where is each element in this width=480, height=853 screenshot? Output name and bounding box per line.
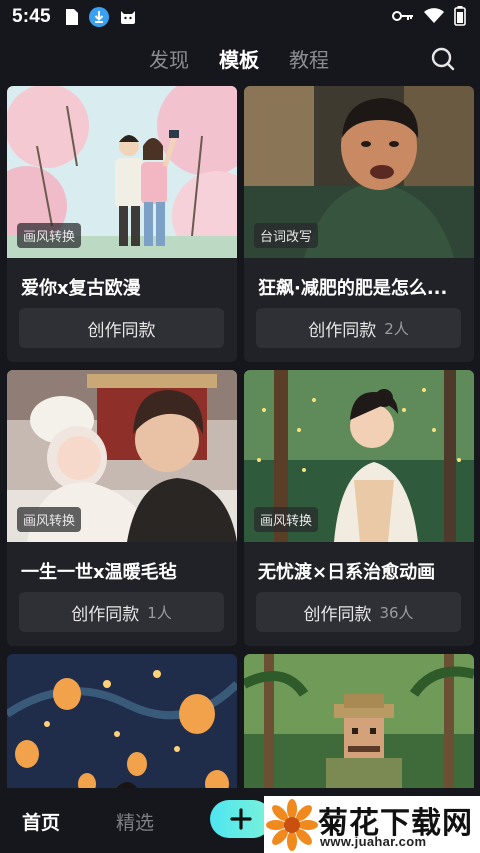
watermark-url: www.juahar.com	[320, 834, 427, 849]
battery-icon	[454, 6, 466, 26]
create-count: 36人	[379, 603, 414, 622]
template-card[interactable]: 台词改写 狂飙·减肥的肥是怎么... 创作同款 2人	[244, 86, 474, 362]
create-same-label: 创作同款	[87, 320, 156, 341]
template-title: 无忧渡×日系治愈动画	[258, 562, 436, 583]
template-thumbnail[interactable]	[7, 654, 237, 794]
download-icon	[88, 7, 109, 27]
template-thumbnail[interactable]	[244, 654, 474, 794]
create-same-label: 创作同款	[71, 604, 140, 625]
status-bar: 5:45	[0, 0, 480, 34]
create-count: 1人	[147, 603, 172, 622]
style-tag: 画风转换	[254, 507, 319, 532]
template-card[interactable]: 画风转换 爱你x复古欧漫 创作同款	[7, 86, 237, 362]
key-icon	[392, 11, 413, 21]
style-tag: 画风转换	[17, 223, 82, 248]
create-same-label: 创作同款	[303, 604, 372, 625]
wifi-icon	[424, 8, 444, 23]
search-icon	[431, 47, 455, 71]
create-same-button[interactable]: 创作同款 36人	[256, 592, 461, 632]
nav-featured[interactable]: 精选	[116, 808, 154, 835]
chrysanthemum-logo	[266, 799, 318, 851]
create-count: 2人	[384, 319, 409, 338]
watermark: 菊花下载网 www.juahar.com	[264, 796, 480, 853]
create-same-button[interactable]: 创作同款 2人	[256, 308, 461, 348]
status-time: 5:45	[12, 6, 51, 27]
tab-tutorials[interactable]: 教程	[289, 44, 329, 73]
create-button[interactable]	[210, 800, 272, 838]
tab-templates[interactable]: 模板	[219, 44, 259, 73]
style-tag: 台词改写	[254, 223, 319, 248]
search-button[interactable]	[430, 46, 456, 72]
template-title: 爱你x复古欧漫	[21, 278, 141, 299]
status-system-icons	[392, 6, 466, 26]
template-thumbnail[interactable]: 画风转换	[7, 370, 237, 542]
template-thumbnail[interactable]: 画风转换	[244, 370, 474, 542]
status-notification-icons	[65, 7, 137, 27]
screen: 5:45 发现 模板 教程 画风转换 爱你x复古欧漫 创作同款 台词改写 狂飙·…	[0, 0, 480, 853]
create-same-label: 创作同款	[308, 320, 377, 341]
template-thumbnail[interactable]: 台词改写	[244, 86, 474, 258]
plus-icon	[230, 808, 252, 830]
sim-card-icon	[65, 9, 78, 25]
tab-discover[interactable]: 发现	[149, 44, 189, 73]
template-card[interactable]: 画风转换 无忧渡×日系治愈动画 创作同款 36人	[244, 370, 474, 646]
template-title: 狂飙·减肥的肥是怎么...	[258, 278, 448, 299]
top-tabs: 发现 模板 教程	[0, 34, 480, 82]
template-card[interactable]	[7, 654, 237, 794]
nav-home[interactable]: 首页	[22, 808, 60, 835]
create-same-button[interactable]: 创作同款 1人	[19, 592, 224, 632]
template-card[interactable]: 画风转换 一生一世x温暖毛毡 创作同款 1人	[7, 370, 237, 646]
template-thumbnail[interactable]: 画风转换	[7, 86, 237, 258]
create-same-button[interactable]: 创作同款	[19, 308, 224, 348]
style-tag: 画风转换	[17, 507, 82, 532]
template-title: 一生一世x温暖毛毡	[21, 562, 177, 583]
cat-icon	[120, 11, 135, 24]
template-card[interactable]	[244, 654, 474, 794]
